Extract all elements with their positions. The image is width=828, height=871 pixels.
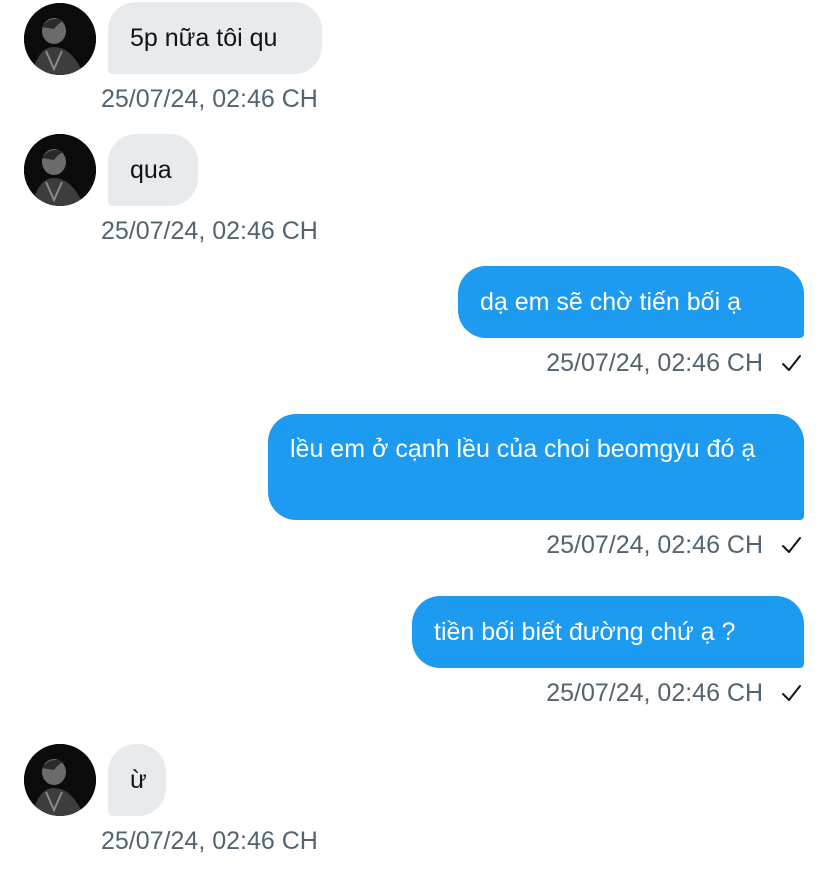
message-timestamp: 25/07/24, 02:46 CH bbox=[546, 530, 802, 560]
sender-avatar[interactable] bbox=[24, 744, 96, 816]
timestamp-text: 25/07/24, 02:46 CH bbox=[546, 531, 764, 559]
message-timestamp: 25/07/24, 02:46 CH bbox=[546, 678, 802, 708]
message-timestamp: 25/07/24, 02:46 CH bbox=[101, 826, 318, 856]
message-bubble[interactable]: lều em ở cạnh lều của choi beomgyu đó ạ bbox=[268, 414, 804, 520]
message-bubble[interactable]: tiền bối biết đường chứ ạ ? bbox=[412, 596, 804, 668]
timestamp-text: 25/07/24, 02:46 CH bbox=[101, 827, 318, 855]
message-timestamp: 25/07/24, 02:46 CH bbox=[101, 216, 318, 246]
message-bubble[interactable]: 5p nữa tôi qu bbox=[108, 2, 322, 74]
check-icon bbox=[782, 685, 801, 701]
message-timestamp: 25/07/24, 02:46 CH bbox=[101, 84, 318, 114]
timestamp-text: 25/07/24, 02:46 CH bbox=[101, 217, 318, 245]
message-thread: 5p nữa tôi qu 25/07/24, 02:46 CH qua 25/… bbox=[0, 0, 828, 871]
check-icon bbox=[782, 355, 801, 371]
sender-avatar[interactable] bbox=[24, 134, 96, 206]
message-bubble[interactable]: dạ em sẽ chờ tiến bối ạ bbox=[458, 266, 804, 338]
check-icon bbox=[782, 537, 801, 553]
message-timestamp: 25/07/24, 02:46 CH bbox=[546, 348, 802, 378]
message-bubble[interactable]: ừ bbox=[108, 744, 166, 816]
message-bubble[interactable]: qua bbox=[108, 134, 198, 206]
timestamp-text: 25/07/24, 02:46 CH bbox=[546, 679, 764, 707]
timestamp-text: 25/07/24, 02:46 CH bbox=[546, 349, 764, 377]
sender-avatar[interactable] bbox=[24, 3, 96, 75]
timestamp-text: 25/07/24, 02:46 CH bbox=[101, 85, 318, 113]
